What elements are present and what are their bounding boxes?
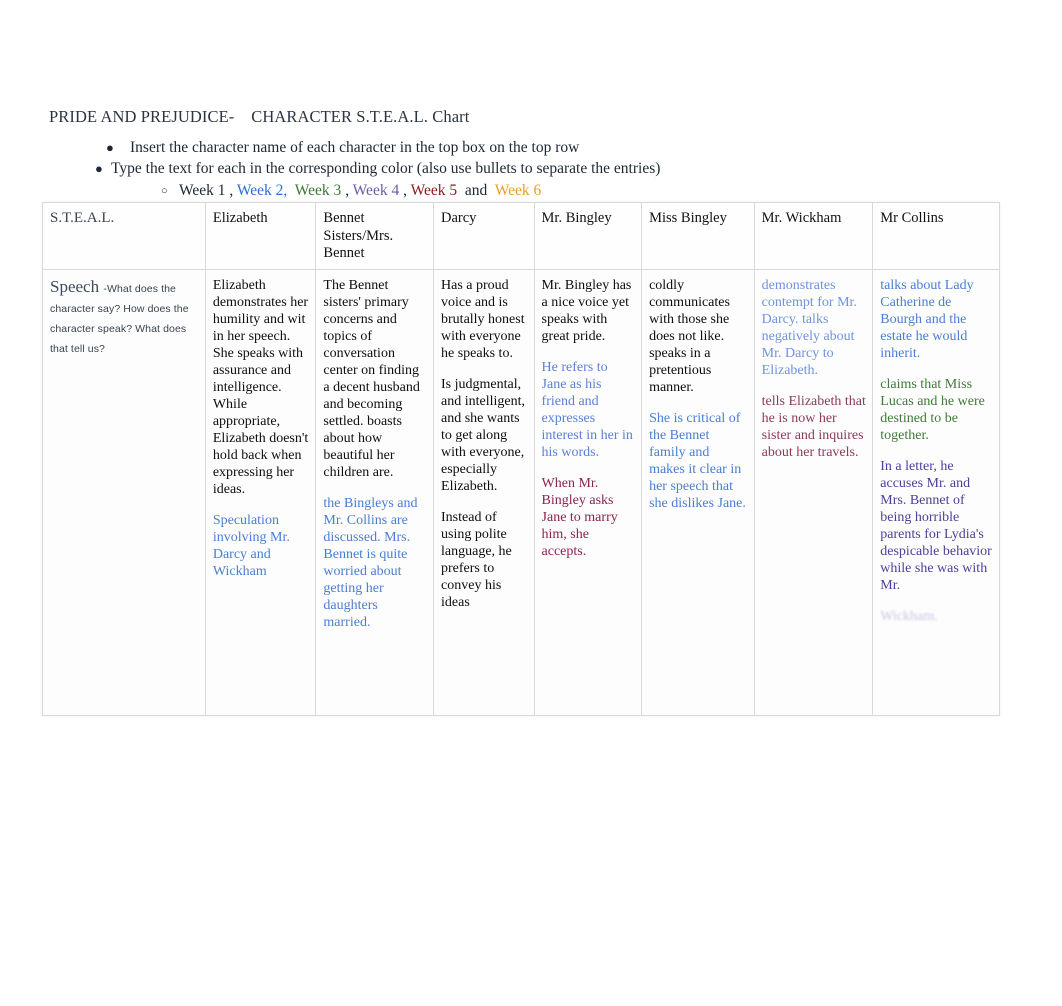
cell-paragraph-2: Is judgmental, and intelligent, and she …: [441, 376, 525, 494]
week-label-3: Week 3: [294, 182, 342, 199]
week-label-6: and: [464, 182, 488, 199]
cell-content: demonstrates contempt for Mr. Darcy. tal…: [762, 277, 867, 461]
steal-chart-table: S.T.E.A.L. Elizabeth Bennet Sisters/Mrs.…: [42, 202, 1000, 716]
row-label-text: Speech: [50, 276, 100, 296]
column-header-miss-bingley: Miss Bingley: [641, 202, 755, 270]
instruction-text-2: Type the text for each in the correspond…: [111, 160, 661, 177]
week-label-1: Week 1: [179, 182, 226, 199]
week-label-5: Week 5: [410, 182, 458, 199]
cell-body: Elizabeth demonstrates her humility and …: [213, 277, 310, 580]
bullet-disc-icon: ●: [106, 140, 114, 155]
instruction-bullet-1: ● Insert the character name of each char…: [100, 138, 995, 158]
week-label-7: Week 6: [494, 182, 542, 199]
week-separator: [487, 182, 494, 199]
page-title: PRIDE AND PREJUDICE- CHARACTER S.T.E.A.L…: [49, 107, 470, 126]
cell-paragraph-4: Wickham.: [880, 608, 938, 624]
table-row: Speech -What does the character say? How…: [42, 268, 1000, 716]
column-header-bennet-sisters: Bennet Sisters/Mrs. Bennet: [315, 202, 435, 270]
instructions-list: ● Insert the character name of each char…: [95, 138, 995, 202]
cell-paragraph-2: Speculation involving Mr. Darcy and Wick…: [212, 512, 290, 579]
column-header-mr-bingley: Mr. Bingley: [533, 202, 643, 270]
column-header-mr-wickham: Mr. Wickham: [753, 202, 874, 270]
cell-paragraph-2: claims that Miss Lucas and he were desti…: [880, 376, 985, 443]
instruction-text-1: Insert the character name of each charac…: [130, 139, 580, 156]
cell-paragraph-2: She is critical of the Bennet family and…: [649, 410, 746, 511]
cell-paragraph-3: In a letter, he accuses Mr. and Mrs. Ben…: [880, 458, 992, 593]
week-separator: [287, 182, 294, 199]
cell-paragraph-1: demonstrates contempt for Mr. Darcy. tal…: [761, 277, 857, 378]
cell-paragraph-1: Elizabeth demonstrates her humility and …: [212, 277, 309, 497]
cell-speech-mr-collins[interactable]: talks about Lady Catherine de Bourgh and…: [872, 268, 1000, 716]
table-header-row: S.T.E.A.L. Elizabeth Bennet Sisters/Mrs.…: [42, 202, 1000, 270]
cell-speech-miss-bingley[interactable]: coldly communicates with those she does …: [641, 268, 755, 716]
cell-paragraph-2: the Bingleys and Mr. Collins are discuss…: [323, 495, 418, 630]
table-body: Speech -What does the character say? How…: [42, 268, 1000, 716]
cell-speech-elizabeth[interactable]: Elizabeth demonstrates her humility and …: [204, 268, 317, 716]
cell-body: Mr. Bingley has a nice voice yet speaks …: [542, 277, 636, 560]
cell-paragraph-2: He refers to Jane as his friend and expr…: [541, 359, 633, 460]
cell-speech-mr-bingley[interactable]: Mr. Bingley has a nice voice yet speaks …: [533, 268, 643, 716]
cell-paragraph-1: Mr. Bingley has a nice voice yet speaks …: [541, 277, 632, 344]
cell-paragraph-3: Instead of using polite language, he pre…: [441, 509, 512, 610]
document-page: PRIDE AND PREJUDICE- CHARACTER S.T.E.A.L…: [0, 0, 1062, 1006]
cell-paragraph-1: coldly communicates with those she does …: [649, 277, 730, 395]
sub-bullet-circle-icon: ○: [161, 185, 168, 197]
bullet-disc-icon: ●: [95, 161, 103, 176]
cell-paragraph-1: The Bennet sisters' primary concerns and…: [323, 277, 420, 480]
row-label-speech: Speech -What does the character say? How…: [50, 277, 199, 357]
week-label-4: Week 4: [352, 182, 400, 199]
cell-content: Mr. Bingley has a nice voice yet speaks …: [542, 277, 636, 560]
cell-speech-bennet-sisters[interactable]: The Bennet sisters' primary concerns and…: [315, 268, 435, 716]
week-separator: ,: [225, 182, 237, 199]
cell-content: Has a proud voice and is brutally honest…: [441, 277, 528, 611]
cell-content: The Bennet sisters' primary concerns and…: [323, 277, 427, 631]
cell-speech-mr-wickham[interactable]: demonstrates contempt for Mr. Darcy. tal…: [753, 268, 874, 716]
weeks-legend: Week 1 , Week 2, Week 3 , Week 4 , Week …: [179, 181, 541, 201]
weeks-sub-bullet: ○ Week 1 , Week 2, Week 3 , Week 4 , Wee…: [161, 181, 995, 202]
cell-paragraph-2: tells Elizabeth that he is now her siste…: [761, 393, 866, 460]
cell-speech-darcy[interactable]: Has a proud voice and is brutally honest…: [433, 268, 535, 716]
cell-content: Elizabeth demonstrates her humility and …: [213, 277, 310, 580]
cell-paragraph-1: talks about Lady Catherine de Bourgh and…: [880, 277, 974, 361]
column-header-steal: S.T.E.A.L.: [42, 202, 206, 270]
cell-body: The Bennet sisters' primary concerns and…: [323, 277, 427, 631]
week-separator: [457, 182, 465, 199]
cell-paragraph-1: Has a proud voice and is brutally honest…: [441, 277, 525, 361]
cell-content: coldly communicates with those she does …: [649, 277, 748, 512]
cell-content: talks about Lady Catherine de Bourgh and…: [880, 277, 993, 625]
cell-body: demonstrates contempt for Mr. Darcy. tal…: [762, 277, 867, 461]
column-header-darcy: Darcy: [433, 202, 535, 270]
cell-body: talks about Lady Catherine de Bourgh and…: [880, 277, 993, 625]
week-label-2: Week 2,: [236, 182, 288, 199]
column-header-mr-collins: Mr Collins: [872, 202, 1000, 270]
column-header-elizabeth: Elizabeth: [204, 202, 317, 270]
row-label-cell-speech[interactable]: Speech -What does the character say? How…: [42, 268, 206, 716]
week-separator: ,: [341, 182, 353, 199]
cell-body: Has a proud voice and is brutally honest…: [441, 277, 528, 611]
week-separator: ,: [399, 182, 411, 199]
cell-paragraph-3: When Mr. Bingley asks Jane to marry him,…: [541, 475, 618, 559]
instruction-bullet-2: ● Type the text for each in the correspo…: [95, 159, 995, 179]
cell-body: coldly communicates with those she does …: [649, 277, 748, 512]
